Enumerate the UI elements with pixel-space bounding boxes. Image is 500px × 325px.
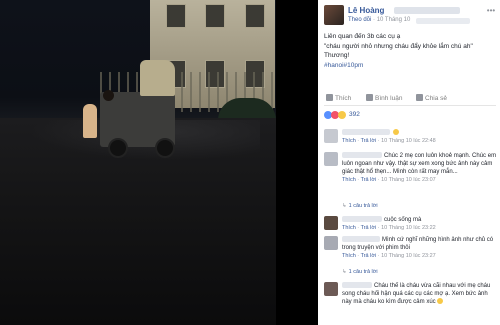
reply-arrow-icon: ↳ — [342, 203, 347, 209]
post-actions: Thích Bình luận Chia sẻ — [324, 93, 496, 106]
commenter-avatar[interactable] — [324, 236, 338, 250]
share-label: Chia sẻ — [425, 95, 448, 102]
commenter-avatar[interactable] — [324, 152, 338, 166]
photo-cart-wheel — [108, 138, 128, 158]
reply-arrow-icon: ↳ — [342, 269, 347, 275]
reaction-count: 392 — [349, 111, 360, 118]
replies-count: 1 câu trả lời — [348, 203, 378, 209]
comment-like-link[interactable]: Thích — [342, 177, 356, 183]
comment-meta: Thích · Trả lời · 10 Tháng 10 lúc 23:07 — [342, 177, 436, 183]
comment-time[interactable]: 10 Tháng 10 lúc 23:22 — [381, 225, 436, 231]
photo-cart-bag — [140, 60, 175, 96]
caption-line: Thương! — [324, 52, 350, 59]
comment-meta: Thích · Trả lời · 10 Tháng 10 lúc 23:22 — [342, 225, 436, 231]
photo-margin — [276, 0, 318, 325]
comment-body: Chúc 2 mẹ con luôn khoẻ mạnh. Chúc em lu… — [342, 152, 498, 184]
comment-text: cuộc sống mà — [384, 217, 422, 223]
comment-body: Thích · Trả lời · 10 Tháng 10 lúc 22:48 — [342, 129, 498, 145]
comment-button[interactable]: Bình luận — [366, 94, 402, 102]
comment-time[interactable]: 10 Tháng 10 lúc 22:48 — [381, 138, 436, 144]
sad-reaction-icon — [338, 111, 346, 119]
comment-reply-link[interactable]: Trả lời — [361, 225, 377, 231]
comment-body: cuộc sống mà Thích · Trả lời · 10 Tháng … — [342, 216, 498, 232]
smile-emoji-icon — [393, 129, 399, 135]
comment-icon — [366, 94, 373, 101]
thumbs-up-icon — [326, 94, 333, 101]
photo-child-head — [103, 90, 114, 101]
post-caption: Liên quan đến 3b các cụ ạ "cháu người nh… — [324, 32, 496, 70]
post-photo[interactable] — [0, 0, 318, 325]
author-name[interactable]: Lê Hoàng — [348, 6, 384, 15]
post-time[interactable]: 10 Tháng 10 — [377, 17, 411, 23]
photo-cart-wheel — [155, 138, 175, 158]
comment-reply-link[interactable]: Trả lời — [361, 177, 377, 183]
photo-child — [83, 104, 97, 138]
redacted-name — [342, 236, 380, 242]
caption-line: Liên quan đến 3b các cụ ạ — [324, 33, 401, 40]
comment-meta: Thích · Trả lời · 10 Tháng 10 lúc 23:27 — [342, 253, 436, 259]
like-label: Thích — [335, 95, 352, 102]
comment-label: Bình luận — [375, 95, 403, 102]
comment-body: Mình cứ nghĩ những hình ảnh như chủ có t… — [342, 236, 498, 260]
author-avatar[interactable] — [324, 5, 344, 25]
redacted-name — [342, 152, 382, 158]
redacted-text — [394, 7, 460, 14]
photo-image — [0, 0, 276, 325]
commenter-avatar[interactable] — [324, 129, 338, 143]
comment-reply-link[interactable]: Trả lời — [361, 253, 377, 259]
comment-time[interactable]: 10 Tháng 10 lúc 23:27 — [381, 253, 436, 259]
comment-body: Cháu thế là cháu vừa cãi nhau với mẹ chá… — [342, 282, 498, 306]
post-meta: Theo dõi · 10 Tháng 10 — [348, 17, 411, 23]
share-button[interactable]: Chia sẻ — [416, 94, 447, 102]
redacted-name — [342, 129, 390, 135]
commenter-avatar[interactable] — [324, 282, 338, 296]
commenter-avatar[interactable] — [324, 216, 338, 230]
hashtag-link[interactable]: #hanoi#10pm — [324, 61, 496, 71]
comment-reply-link[interactable]: Trả lời — [361, 138, 377, 144]
comment-time[interactable]: 10 Tháng 10 lúc 23:07 — [381, 177, 436, 183]
replies-count: 1 câu trả lời — [348, 269, 378, 275]
emoji-icon — [436, 298, 443, 304]
post-side-panel: Lê Hoàng Theo dõi · 10 Tháng 10 ••• Liên… — [318, 0, 500, 325]
redacted-text — [416, 18, 470, 24]
comment-like-link[interactable]: Thích — [342, 138, 356, 144]
comment-like-link[interactable]: Thích — [342, 253, 356, 259]
more-options-icon[interactable]: ••• — [486, 7, 496, 17]
redacted-name — [342, 216, 382, 222]
comment-meta: Thích · Trả lời · 10 Tháng 10 lúc 22:48 — [342, 138, 436, 144]
caption-line: "cháu người nhỏ nhưng cháu đẩy khỏe lắm … — [324, 42, 473, 50]
share-icon — [416, 94, 423, 101]
follow-link[interactable]: Theo dõi — [348, 17, 371, 23]
post-header: Lê Hoàng Theo dõi · 10 Tháng 10 ••• — [324, 5, 500, 27]
like-button[interactable]: Thích — [326, 94, 351, 102]
redacted-name — [342, 282, 372, 288]
view-replies-link[interactable]: ↳ 1 câu trả lời — [342, 203, 378, 209]
comment-like-link[interactable]: Thích — [342, 225, 356, 231]
view-replies-link[interactable]: ↳ 1 câu trả lời — [342, 269, 378, 275]
